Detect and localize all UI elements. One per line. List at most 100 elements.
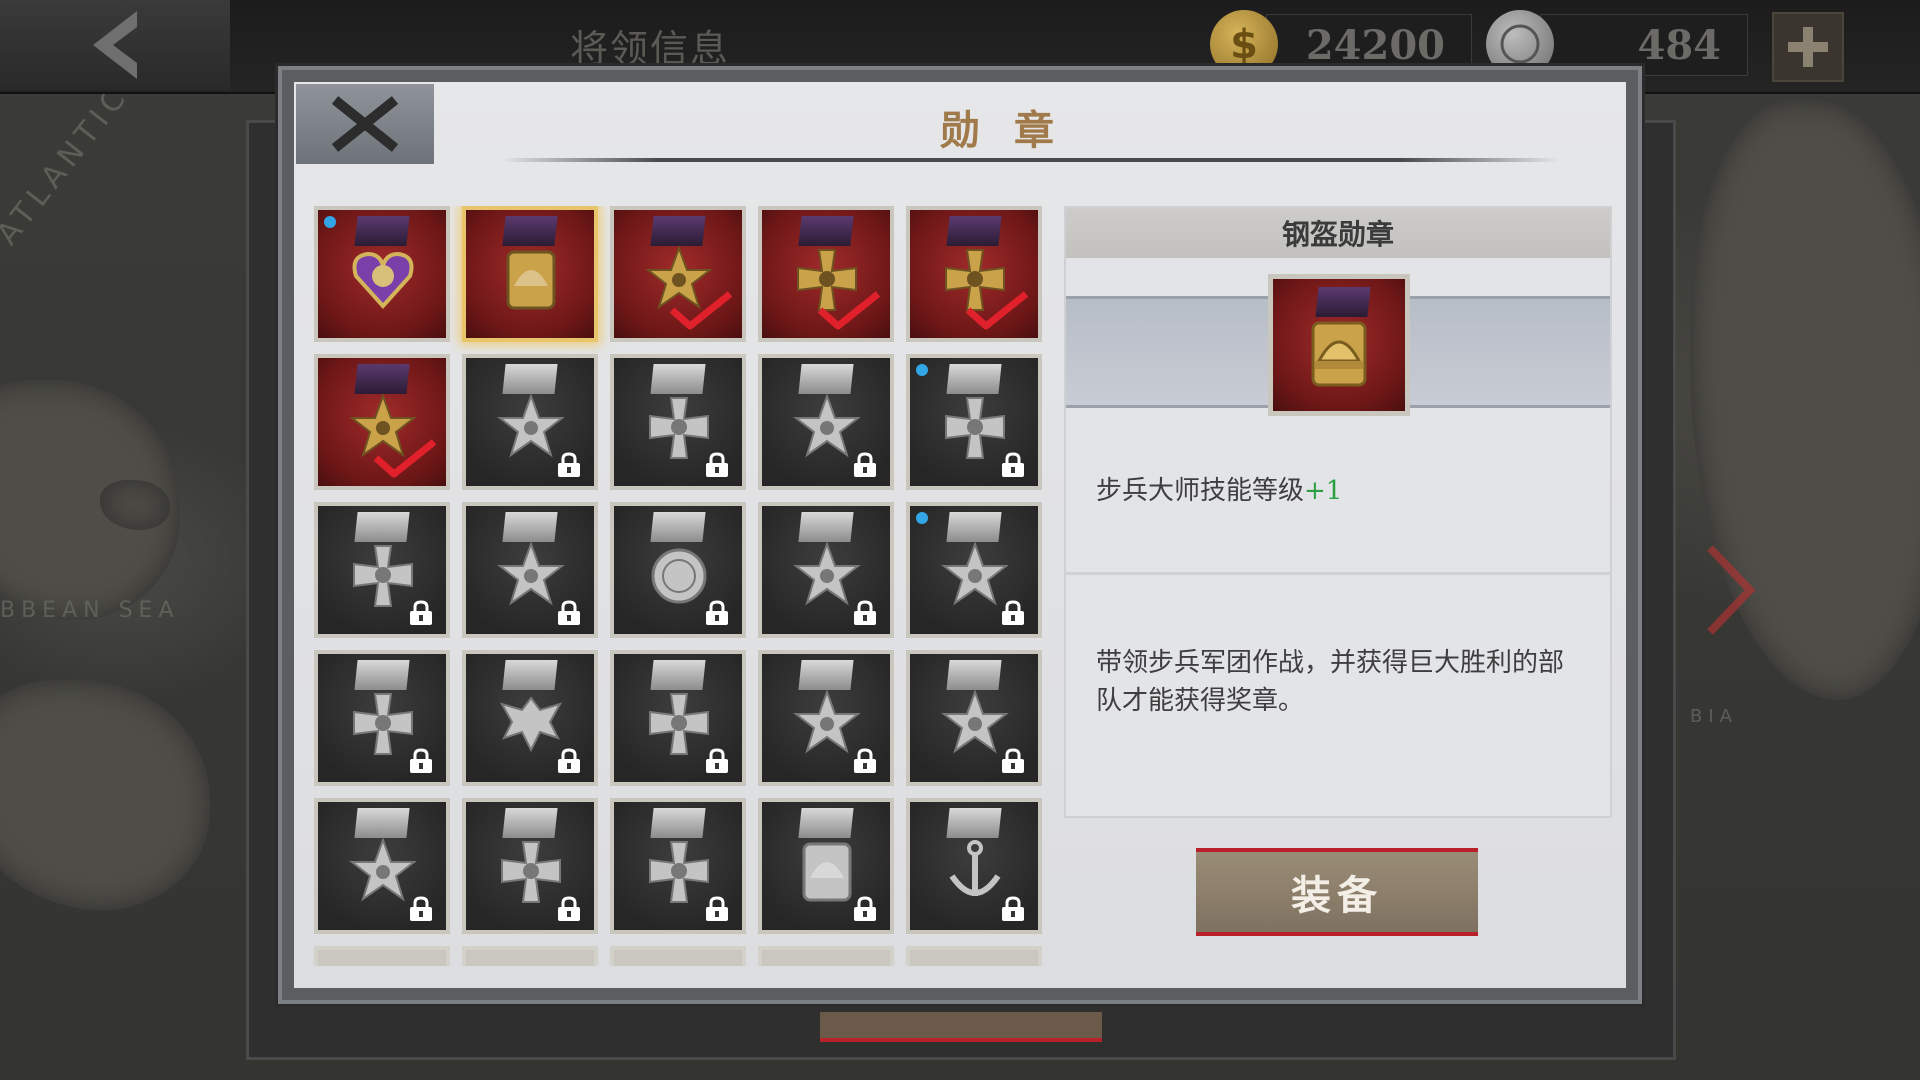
- medal-slot[interactable]: [906, 502, 1042, 638]
- medal-grid: [314, 206, 1054, 966]
- lock-icon: [410, 748, 432, 773]
- medal-ribbon: [650, 216, 706, 246]
- medal-slot[interactable]: [462, 502, 598, 638]
- medal-ribbon: [502, 660, 558, 690]
- checkmark-icon: [373, 439, 437, 478]
- detail-divider: [1066, 572, 1610, 575]
- medal-name: 钢盔勋章: [1066, 208, 1610, 258]
- gold-value: 24200: [1305, 21, 1445, 69]
- medal-slot[interactable]: [314, 650, 450, 786]
- medal-slot[interactable]: [610, 946, 746, 966]
- lock-icon: [410, 896, 432, 921]
- medal-slot[interactable]: [610, 502, 746, 638]
- medal-ribbon: [650, 364, 706, 394]
- map-label: BIA: [1690, 706, 1738, 727]
- steel-helmet-medal-icon: [506, 250, 556, 310]
- new-indicator-dot: [916, 364, 928, 376]
- medal-slot[interactable]: [314, 206, 450, 342]
- medal-slot[interactable]: [610, 650, 746, 786]
- back-button[interactable]: [0, 0, 230, 90]
- medal-ribbon: [502, 512, 558, 542]
- medal-slot[interactable]: [906, 354, 1042, 490]
- add-currency-button[interactable]: [1772, 12, 1844, 82]
- close-button[interactable]: [296, 84, 434, 164]
- medal-slot[interactable]: [462, 650, 598, 786]
- medal-ribbon: [354, 364, 410, 394]
- effect-text: 步兵大师技能等级: [1096, 476, 1305, 506]
- medal-slot[interactable]: [462, 798, 598, 934]
- medal-effect: 步兵大师技能等级+1: [1096, 470, 1342, 507]
- medal-slot[interactable]: [758, 798, 894, 934]
- medal-slot[interactable]: [462, 354, 598, 490]
- map-label: BBEAN SEA: [0, 598, 180, 623]
- medal-slot[interactable]: [314, 502, 450, 638]
- equip-button[interactable]: 装备: [1196, 848, 1478, 936]
- medal-ribbon: [946, 808, 1002, 838]
- medal-ribbon: [798, 660, 854, 690]
- lock-icon: [410, 600, 432, 625]
- lock-icon: [854, 452, 876, 477]
- effect-bonus: +1: [1304, 476, 1343, 506]
- medal-slot[interactable]: [758, 946, 894, 966]
- new-indicator-dot: [916, 512, 928, 524]
- lock-icon: [854, 896, 876, 921]
- close-icon: [331, 96, 399, 152]
- chevron-left-icon: [93, 11, 137, 79]
- lock-icon: [1002, 452, 1024, 477]
- medal-slot[interactable]: [906, 650, 1042, 786]
- medal-ribbon: [946, 364, 1002, 394]
- next-arrow-icon[interactable]: [1700, 540, 1760, 640]
- medal-ribbon: [798, 512, 854, 542]
- selected-medal-preview: [1268, 274, 1410, 416]
- medal-slot[interactable]: [758, 354, 894, 490]
- medal-ribbon: [650, 660, 706, 690]
- medal-detail-panel: 钢盔勋章 步兵大师技能等级+1 带领步兵军团作战，并获得巨大胜利的部队才能获得奖…: [1064, 206, 1612, 818]
- medal-ribbon: [502, 808, 558, 838]
- lock-icon: [558, 600, 580, 625]
- lock-icon: [854, 748, 876, 773]
- lock-icon: [706, 748, 728, 773]
- medal-ribbon: [354, 216, 410, 246]
- lock-icon: [706, 452, 728, 477]
- medal-ribbon: [946, 660, 1002, 690]
- medal-slot[interactable]: [906, 206, 1042, 342]
- plus-icon: [1788, 27, 1828, 67]
- map-landmass: [0, 680, 210, 910]
- medal-slot[interactable]: [314, 354, 450, 490]
- medal-slot[interactable]: [758, 650, 894, 786]
- svg-text:$: $: [1230, 22, 1258, 68]
- medal-slot[interactable]: [462, 206, 598, 342]
- bottom-tab: [820, 1012, 1102, 1042]
- medal-ribbon: [354, 512, 410, 542]
- medal-slot[interactable]: [610, 354, 746, 490]
- medal-description: 带领步兵军团作战，并获得巨大胜利的部队才能获得奖章。: [1096, 648, 1565, 716]
- medal-ribbon: [650, 808, 706, 838]
- medal-slot[interactable]: [906, 946, 1042, 966]
- medal-slot[interactable]: [314, 946, 450, 966]
- medal-ribbon: [946, 216, 1002, 246]
- lock-icon: [1002, 896, 1024, 921]
- medal-slot[interactable]: [906, 798, 1042, 934]
- lock-icon: [558, 896, 580, 921]
- medal-ribbon: [354, 808, 410, 838]
- medal-ribbon: [650, 512, 706, 542]
- medal-slot[interactable]: [314, 798, 450, 934]
- medal-slot[interactable]: [610, 206, 746, 342]
- lock-icon: [558, 452, 580, 477]
- dialog-title: 勋章: [940, 107, 1088, 154]
- lock-icon: [558, 748, 580, 773]
- checkmark-icon: [817, 291, 881, 330]
- medal-slot[interactable]: [758, 502, 894, 638]
- medal-slot[interactable]: [610, 798, 746, 934]
- steel-helmet-medal-icon: [1311, 321, 1367, 387]
- lock-icon: [706, 600, 728, 625]
- medal-ribbon: [502, 216, 558, 246]
- medal-ribbon: [798, 808, 854, 838]
- lock-icon: [706, 896, 728, 921]
- medal-slot[interactable]: [758, 206, 894, 342]
- checkmark-icon: [965, 291, 1029, 330]
- new-indicator-dot: [324, 216, 336, 228]
- medal-ribbon: [354, 660, 410, 690]
- medal-slot[interactable]: [462, 946, 598, 966]
- medal-ribbon: [798, 216, 854, 246]
